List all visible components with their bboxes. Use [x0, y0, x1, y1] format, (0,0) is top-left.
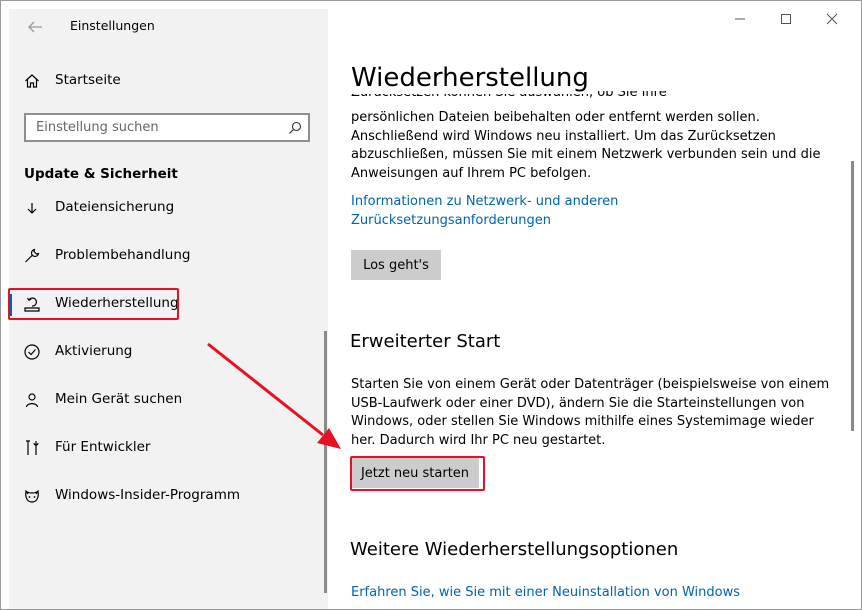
highlight-frame-restart	[350, 456, 485, 491]
search-placeholder: Einstellung suchen	[36, 120, 159, 135]
search-icon[interactable]	[288, 121, 302, 135]
sidebar-item-label: Für Entwickler	[55, 439, 151, 455]
reset-requirements-link[interactable]: Informationen zu Netzwerk- und anderen Z…	[351, 193, 618, 230]
sidebar-item-label: Aktivierung	[55, 343, 133, 359]
home-label: Startseite	[55, 72, 121, 88]
wrench-icon	[25, 248, 40, 263]
sidebar-item-label: Mein Gerät suchen	[55, 391, 183, 407]
insider-cat-icon	[25, 489, 39, 503]
sidebar-scrollbar[interactable]	[324, 331, 327, 593]
sidebar-item-label: Windows-Insider-Programm	[55, 487, 240, 503]
sidebar-item-activation[interactable]: Aktivierung	[9, 336, 328, 368]
content-scrollbar[interactable]	[851, 161, 854, 431]
sidebar-item-insider[interactable]: Windows-Insider-Programm	[9, 480, 328, 512]
advanced-start-description: Starten Sie von einem Gerät oder Datentr…	[351, 377, 830, 448]
more-recovery-heading: Weitere Wiederherstellungsoptionen	[350, 539, 679, 560]
advanced-start-heading: Erweiterter Start	[350, 331, 501, 352]
sidebar-item-developers[interactable]: Für Entwickler	[9, 432, 328, 464]
sidebar-item-troubleshoot[interactable]: Problembehandlung	[9, 240, 328, 272]
developer-tools-icon	[26, 440, 39, 455]
settings-window: Einstellungen Startseite Einstellung suc…	[0, 0, 862, 610]
search-input[interactable]: Einstellung suchen	[24, 113, 310, 142]
back-arrow-icon[interactable]	[25, 17, 45, 37]
clean-install-link[interactable]: Erfahren Sie, wie Sie mit einer Neuinsta…	[351, 584, 740, 603]
page-title: Wiederherstellung	[351, 63, 589, 94]
sidebar-nav-list: Dateiensicherung Problembehandlung Wiede…	[9, 199, 328, 609]
section-title: Update & Sicherheit	[24, 166, 178, 182]
home-icon	[25, 74, 39, 88]
sidebar-item-label: Dateiensicherung	[55, 199, 175, 215]
sidebar-item-find-device[interactable]: Mein Gerät suchen	[9, 384, 328, 416]
backup-icon	[27, 203, 37, 214]
person-pin-icon	[25, 393, 39, 408]
reset-start-button[interactable]: Los geht's	[351, 250, 441, 280]
sidebar-item-backup[interactable]: Dateiensicherung	[9, 199, 328, 224]
highlight-frame-recovery	[8, 288, 179, 320]
reset-description: persönlichen Dateien beibehalten oder en…	[351, 110, 821, 181]
app-title: Einstellungen	[70, 18, 155, 33]
sidebar-item-label: Problembehandlung	[55, 247, 191, 263]
sidebar-item-home[interactable]: Startseite	[9, 65, 328, 97]
main-content: Wiederherstellung Zurücksetzen können Si…	[341, 1, 851, 609]
check-circle-icon	[24, 344, 40, 360]
